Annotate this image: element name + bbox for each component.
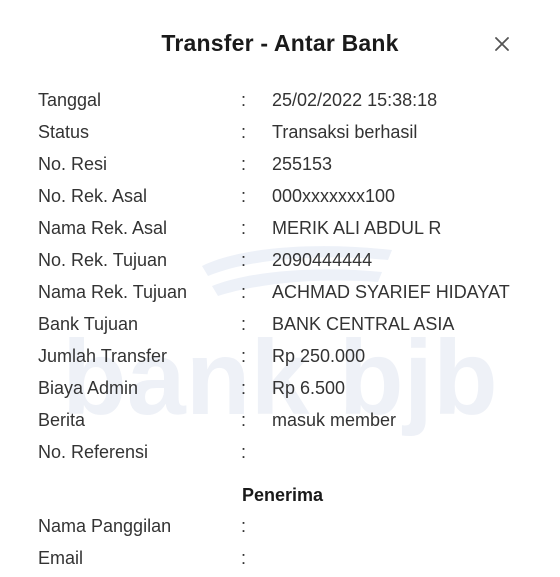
detail-separator: :	[241, 378, 247, 398]
detail-value: 25/02/2022 15:38:18	[272, 90, 438, 110]
detail-value: 2090444444	[272, 250, 373, 270]
detail-row-nama-rek-asal: Nama Rek. Asal : MERIK ALI ABDUL R	[38, 212, 538, 244]
detail-label: Nama Rek. Asal	[38, 218, 168, 238]
detail-label: No. Rek. Tujuan	[38, 250, 168, 270]
detail-label: No. Referensi	[38, 442, 149, 462]
detail-separator: :	[241, 282, 247, 302]
detail-row-no-rek-tujuan: No. Rek. Tujuan : 2090444444	[38, 244, 538, 276]
detail-value: Rp 250.000	[272, 346, 366, 366]
detail-row-tanggal: Tanggal : 25/02/2022 15:38:18	[38, 84, 538, 116]
detail-label: Nama Panggilan	[38, 516, 172, 536]
detail-separator: :	[241, 442, 247, 462]
detail-value: Transaksi berhasil	[272, 122, 418, 142]
detail-label: Bank Tujuan	[38, 314, 139, 334]
transfer-receipt-dialog: bank bjb Transfer - Antar Bank Tanggal :…	[0, 0, 560, 577]
detail-separator: :	[241, 154, 247, 174]
detail-separator: :	[241, 218, 247, 238]
detail-label: Biaya Admin	[38, 378, 139, 398]
detail-value: BANK CENTRAL ASIA	[272, 314, 455, 334]
detail-separator: :	[241, 346, 247, 366]
dialog-title: Transfer - Antar Bank	[161, 30, 399, 56]
detail-separator: :	[241, 122, 247, 142]
detail-row-no-rek-asal: No. Rek. Asal : 000xxxxxxx100	[38, 180, 538, 212]
penerima-details: Nama Panggilan : Email :	[38, 510, 538, 574]
detail-value: masuk member	[272, 410, 397, 430]
detail-label: Status	[38, 122, 90, 142]
detail-separator: :	[241, 250, 247, 270]
detail-separator: :	[241, 516, 247, 536]
detail-label: No. Resi	[38, 154, 108, 174]
detail-row-biaya-admin: Biaya Admin : Rp 6.500	[38, 372, 538, 404]
detail-row-jumlah-transfer: Jumlah Transfer : Rp 250.000	[38, 340, 538, 372]
detail-value: 255153	[272, 154, 333, 174]
detail-separator: :	[241, 314, 247, 334]
detail-row-nama-rek-tujuan: Nama Rek. Tujuan : ACHMAD SYARIEF HIDAYA…	[38, 276, 538, 308]
detail-label: Jumlah Transfer	[38, 346, 168, 366]
detail-label: Tanggal	[38, 90, 102, 110]
detail-value: Rp 6.500	[272, 378, 346, 398]
detail-separator: :	[241, 548, 247, 568]
close-icon[interactable]	[495, 37, 509, 51]
detail-label: Berita	[38, 410, 86, 430]
detail-row-nama-panggilan: Nama Panggilan :	[38, 510, 538, 542]
detail-label: Nama Rek. Tujuan	[38, 282, 188, 302]
detail-row-no-resi: No. Resi : 255153	[38, 148, 538, 180]
detail-row-no-referensi: No. Referensi :	[38, 436, 538, 468]
detail-row-email: Email :	[38, 542, 538, 574]
close-button[interactable]	[489, 31, 515, 57]
detail-value: 000xxxxxxx100	[272, 186, 396, 206]
detail-row-bank-tujuan: Bank Tujuan : BANK CENTRAL ASIA	[38, 308, 538, 340]
detail-separator: :	[241, 410, 247, 430]
penerima-section-header: Penerima	[242, 485, 324, 505]
detail-label: No. Rek. Asal	[38, 186, 148, 206]
detail-label: Email	[38, 548, 84, 568]
detail-value: ACHMAD SYARIEF HIDAYAT	[272, 282, 510, 302]
detail-separator: :	[241, 186, 247, 206]
transfer-details: Tanggal : 25/02/2022 15:38:18 Status : T…	[38, 84, 538, 468]
detail-separator: :	[241, 90, 247, 110]
detail-row-berita: Berita : masuk member	[38, 404, 538, 436]
detail-row-status: Status : Transaksi berhasil	[38, 116, 538, 148]
detail-value: MERIK ALI ABDUL R	[272, 218, 442, 238]
